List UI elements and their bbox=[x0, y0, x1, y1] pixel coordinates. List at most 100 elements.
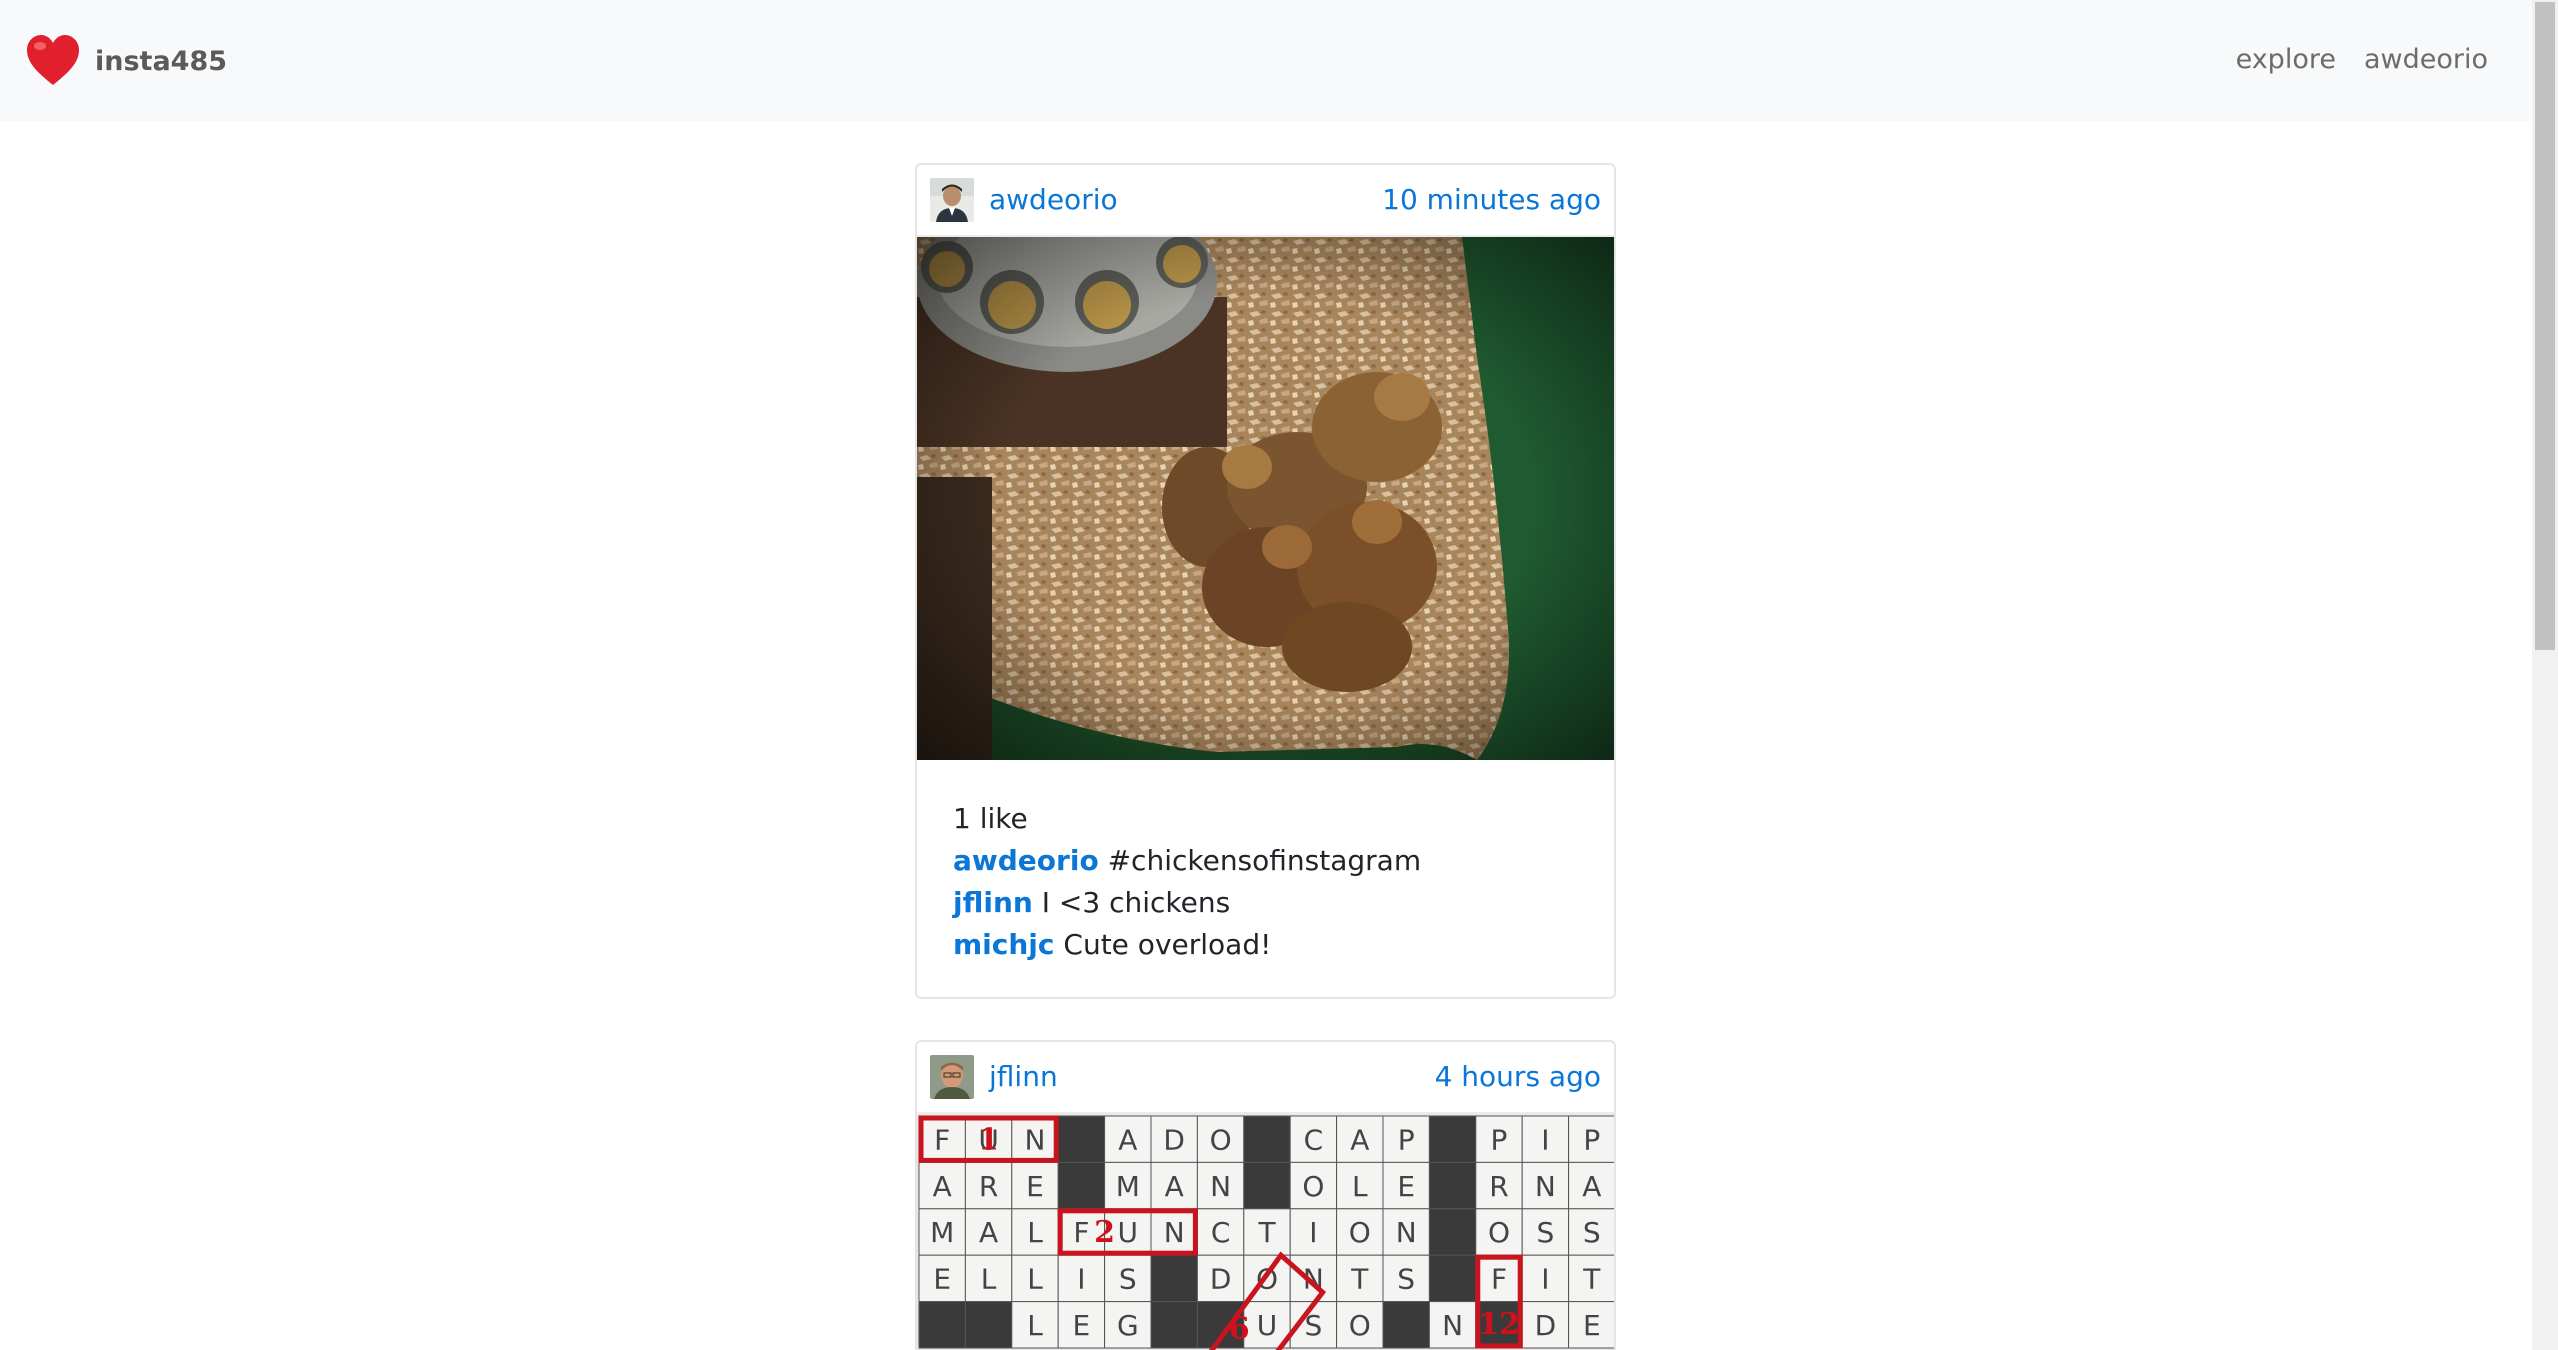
crossword-cell bbox=[1382, 1301, 1430, 1349]
crossword-letter: T bbox=[1582, 1263, 1601, 1296]
crossword-letter: C bbox=[1304, 1123, 1324, 1156]
crossword-letter: E bbox=[1073, 1309, 1091, 1342]
crossword-letter: R bbox=[979, 1170, 998, 1203]
crossword-letter: A bbox=[979, 1216, 998, 1249]
crossword-letter: S bbox=[1537, 1216, 1555, 1249]
explore-link[interactable]: explore bbox=[2236, 40, 2336, 80]
comment-owner-link[interactable]: michjc bbox=[953, 928, 1055, 961]
top-navbar: insta485 explore awdeorio bbox=[0, 0, 2532, 121]
crossword-letter: E bbox=[1026, 1170, 1044, 1203]
crossword-cell bbox=[1428, 1208, 1477, 1256]
crossword-letter: S bbox=[1397, 1263, 1415, 1296]
crossword-letter: U bbox=[1118, 1216, 1139, 1249]
crossword-letter: O bbox=[1302, 1170, 1324, 1203]
post-owner-link[interactable]: awdeorio bbox=[989, 183, 1118, 216]
brand-link[interactable]: insta485 bbox=[24, 28, 227, 94]
comment-owner-link[interactable]: awdeorio bbox=[953, 844, 1099, 877]
crossword-cell bbox=[1243, 1115, 1291, 1163]
scrollbar-thumb[interactable] bbox=[2535, 2, 2555, 650]
crossword-letter: N bbox=[1535, 1170, 1556, 1203]
crossword-letter: N bbox=[1210, 1170, 1231, 1203]
crossword-letter: N bbox=[1396, 1216, 1417, 1249]
crossword-letter: I bbox=[1541, 1123, 1549, 1156]
crossword-cell bbox=[918, 1301, 966, 1349]
crossword-letter: P bbox=[1583, 1123, 1600, 1156]
post-card: jflinn 4 hours ago FUNADOCAPPIPAREMANOLE… bbox=[915, 1040, 1616, 1350]
crossword-letter: S bbox=[1583, 1216, 1601, 1249]
post-timestamp-link[interactable]: 4 hours ago bbox=[1435, 1060, 1601, 1093]
crossword-cell bbox=[964, 1301, 1013, 1349]
crossword-letter: M bbox=[930, 1216, 954, 1249]
nav-links: explore awdeorio bbox=[2236, 40, 2488, 80]
profile-link[interactable]: awdeorio bbox=[2364, 40, 2488, 80]
crossword-letter: T bbox=[1350, 1263, 1369, 1296]
crossword-letter: R bbox=[1489, 1170, 1508, 1203]
comment-text: Cute overload! bbox=[1063, 928, 1272, 961]
likes-count: 1 like bbox=[953, 802, 1028, 835]
crossword-letter: P bbox=[1491, 1123, 1508, 1156]
crossword-letter: U bbox=[1257, 1309, 1278, 1342]
owner-avatar[interactable] bbox=[930, 178, 974, 222]
crossword-cell bbox=[1428, 1115, 1477, 1163]
crossword-cell bbox=[1150, 1301, 1198, 1349]
crossword-cell bbox=[1057, 1115, 1106, 1163]
highlight-label: 6 bbox=[1229, 1312, 1250, 1347]
crossword-letter: P bbox=[1398, 1123, 1415, 1156]
crossword-cell bbox=[1428, 1161, 1477, 1210]
comment: michjc Cute overload! bbox=[953, 924, 1578, 966]
crossword-letter: I bbox=[1541, 1263, 1549, 1296]
avatar-image bbox=[930, 1055, 974, 1099]
crossword-letter: D bbox=[1210, 1263, 1232, 1296]
crossword-letter: A bbox=[1165, 1170, 1184, 1203]
post-image[interactable]: F U N A D O C A P P I PA R E M A N O L E R N AM A L F U N C T I O N O S SE L… bbox=[917, 1114, 1614, 1350]
post-image[interactable] bbox=[917, 237, 1614, 760]
owner-avatar[interactable] bbox=[930, 1055, 974, 1099]
page-scrollbar[interactable] bbox=[2532, 0, 2558, 1350]
crossword-letter: G bbox=[1117, 1309, 1139, 1342]
crossword-letter: A bbox=[1350, 1123, 1369, 1156]
post-header: jflinn 4 hours ago bbox=[917, 1042, 1614, 1114]
avatar-image bbox=[930, 178, 974, 222]
crossword-letter: E bbox=[1583, 1309, 1601, 1342]
post-owner-link[interactable]: jflinn bbox=[989, 1060, 1058, 1093]
comment-owner-link[interactable]: jflinn bbox=[953, 886, 1033, 919]
post-timestamp-link[interactable]: 10 minutes ago bbox=[1382, 183, 1601, 216]
highlight-label: 2 bbox=[1094, 1215, 1115, 1250]
crossword-cell bbox=[1428, 1254, 1477, 1303]
crossword-letter: M bbox=[1116, 1170, 1140, 1203]
crossword-letter: F bbox=[1073, 1216, 1089, 1249]
crossword-letter: E bbox=[1397, 1170, 1415, 1203]
crossword-letter: L bbox=[1027, 1263, 1043, 1296]
crossword-letter: L bbox=[981, 1263, 997, 1296]
crossword-letter: D bbox=[1163, 1123, 1185, 1156]
crossword-letter: N bbox=[1025, 1123, 1046, 1156]
crossword-cell bbox=[1243, 1161, 1291, 1210]
comment: awdeorio #chickensofinstagram bbox=[953, 840, 1578, 882]
post-card: awdeorio 10 minutes ago 1 like awdeorio … bbox=[915, 163, 1616, 999]
crossword-cell bbox=[1057, 1161, 1106, 1210]
post-body: 1 like awdeorio #chickensofinstagram jfl… bbox=[917, 760, 1614, 996]
crossword-letter: T bbox=[1257, 1216, 1276, 1249]
highlight-label: 1 bbox=[978, 1122, 999, 1157]
crossword-letter: E bbox=[933, 1263, 951, 1296]
crossword-letter: D bbox=[1535, 1309, 1557, 1342]
crossword-letter: I bbox=[1309, 1216, 1317, 1249]
crossword-letter: F bbox=[1491, 1263, 1507, 1296]
crossword-cell bbox=[1150, 1254, 1198, 1303]
crossword-letter: O bbox=[1488, 1216, 1510, 1249]
crossword-letter: O bbox=[1210, 1123, 1232, 1156]
crossword-letter: A bbox=[1118, 1123, 1137, 1156]
brand-name: insta485 bbox=[95, 45, 228, 77]
crossword-letter: N bbox=[1442, 1309, 1463, 1342]
crossword-letter: C bbox=[1211, 1216, 1231, 1249]
comment: jflinn I <3 chickens bbox=[953, 882, 1578, 924]
crossword-letter: F bbox=[934, 1123, 950, 1156]
crossword-letter: A bbox=[933, 1170, 952, 1203]
highlight-label: 12 bbox=[1478, 1307, 1520, 1342]
crossword-letter: O bbox=[1349, 1216, 1371, 1249]
crossword-letter: I bbox=[1077, 1263, 1085, 1296]
heart-logo-icon bbox=[27, 35, 79, 85]
crossword-letter: N bbox=[1164, 1216, 1185, 1249]
crossword-letter: L bbox=[1027, 1216, 1043, 1249]
crossword-letter: A bbox=[1582, 1170, 1601, 1203]
